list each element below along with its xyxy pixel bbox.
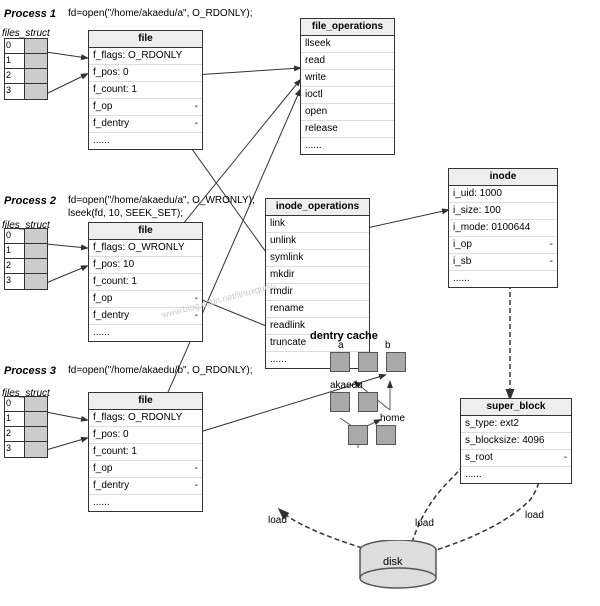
process2-label: Process 2 [4, 195, 56, 207]
inode-mode: i_mode: 0100644 [449, 220, 557, 237]
inode-iop: i_op- [449, 237, 557, 254]
fop-open: open [301, 104, 394, 121]
iop-rename: rename [266, 301, 369, 318]
file-box-2-title: file [89, 223, 202, 240]
file-box-1: file f_flags: O_RDONLY f_pos: 0 f_count:… [88, 30, 203, 150]
super-block-box: super_block s_type: ext2 s_blocksize: 40… [460, 398, 572, 484]
sb-type: s_type: ext2 [461, 416, 571, 433]
inode-ops-title: inode_operations [266, 199, 369, 216]
dentry-box-a [330, 352, 350, 372]
fop-llseek: llseek [301, 36, 394, 53]
dentry-box-b [386, 352, 406, 372]
process1-label: Process 1 [4, 8, 56, 20]
iop-symlink: symlink [266, 250, 369, 267]
file1-dots: ...... [89, 133, 202, 149]
inode-uid: i_uid: 1000 [449, 186, 557, 203]
process1-desc: fd=open("/home/akaedu/a", O_RDONLY); [68, 8, 253, 19]
fop-dots: ...... [301, 138, 394, 154]
dentry-box-akaedu2 [358, 392, 378, 412]
fop-ioctl: ioctl [301, 87, 394, 104]
file1-dentry: f_dentry- [89, 116, 202, 133]
file-box-2: file f_flags: O_WRONLY f_pos: 10 f_count… [88, 222, 203, 342]
file-box-3-title: file [89, 393, 202, 410]
dentry-box-home [376, 425, 396, 445]
file3-dots: ...... [89, 495, 202, 511]
file2-pos: f_pos: 10 [89, 257, 202, 274]
iop-link: link [266, 216, 369, 233]
inode-title: inode [449, 169, 557, 186]
file1-fop: f_op- [89, 99, 202, 116]
inode-size: i_size: 100 [449, 203, 557, 220]
dentry-box-akaedu [330, 392, 350, 412]
disk-label: disk [383, 556, 403, 568]
sb-dots: ...... [461, 467, 571, 483]
file-box-3: file f_flags: O_RDONLY f_pos: 0 f_count:… [88, 392, 203, 512]
inode-operations-box: inode_operations link unlink symlink mkd… [265, 198, 370, 369]
file-box-1-title: file [89, 31, 202, 48]
dentry-akaedu-label: akaedu [330, 380, 363, 391]
load-label-2: load [415, 518, 434, 529]
inode-isb: i_sb- [449, 254, 557, 271]
iop-mkdir: mkdir [266, 267, 369, 284]
sb-root: s_root- [461, 450, 571, 467]
file1-pos: f_pos: 0 [89, 65, 202, 82]
file-operations-box: file_operations llseek read write ioctl … [300, 18, 395, 155]
file3-count: f_count: 1 [89, 444, 202, 461]
process2-desc2: lseek(fd, 10, SEEK_SET); [68, 208, 183, 219]
inode-dots: ...... [449, 271, 557, 287]
dentry-box-root [348, 425, 368, 445]
file-ops-title: file_operations [301, 19, 394, 36]
file3-pos: f_pos: 0 [89, 427, 202, 444]
dentry-a-label: a [338, 340, 344, 351]
files-struct-p1: 0 1 2 3 [4, 38, 48, 100]
file2-count: f_count: 1 [89, 274, 202, 291]
disk-container: disk [358, 540, 438, 593]
file3-dentry: f_dentry- [89, 478, 202, 495]
dentry-box-a2 [358, 352, 378, 372]
super-block-title: super_block [461, 399, 571, 416]
file1-flags: f_flags: O_RDONLY [89, 48, 202, 65]
dentry-home-label: home [380, 413, 405, 424]
files-struct-p2: 0 1 2 3 [4, 228, 48, 290]
sb-blocksize: s_blocksize: 4096 [461, 433, 571, 450]
fop-read: read [301, 53, 394, 70]
file1-count: f_count: 1 [89, 82, 202, 99]
load-label-1: load [268, 515, 287, 526]
file3-fop: f_op- [89, 461, 202, 478]
process3-label: Process 3 [4, 365, 56, 377]
process2-desc: fd=open("/home/akaedu/a", O_WRONLY); [68, 195, 255, 206]
file2-flags: f_flags: O_WRONLY [89, 240, 202, 257]
file2-dots: ...... [89, 325, 202, 341]
diagram: Process 1 fd=open("/home/akaedu/a", O_RD… [0, 0, 600, 606]
file3-flags: f_flags: O_RDONLY [89, 410, 202, 427]
inode-box: inode i_uid: 1000 i_size: 100 i_mode: 01… [448, 168, 558, 288]
iop-rmdir: rmdir [266, 284, 369, 301]
iop-dots: ...... [266, 352, 369, 368]
dentry-b-label: b [385, 340, 391, 351]
fop-write: write [301, 70, 394, 87]
fop-release: release [301, 121, 394, 138]
iop-unlink: unlink [266, 233, 369, 250]
load-label-3: load [525, 510, 544, 521]
process3-desc: fd=open("/home/akaedu/b", O_RDONLY); [68, 365, 253, 376]
files-struct-p3: 0 1 2 3 [4, 396, 48, 458]
